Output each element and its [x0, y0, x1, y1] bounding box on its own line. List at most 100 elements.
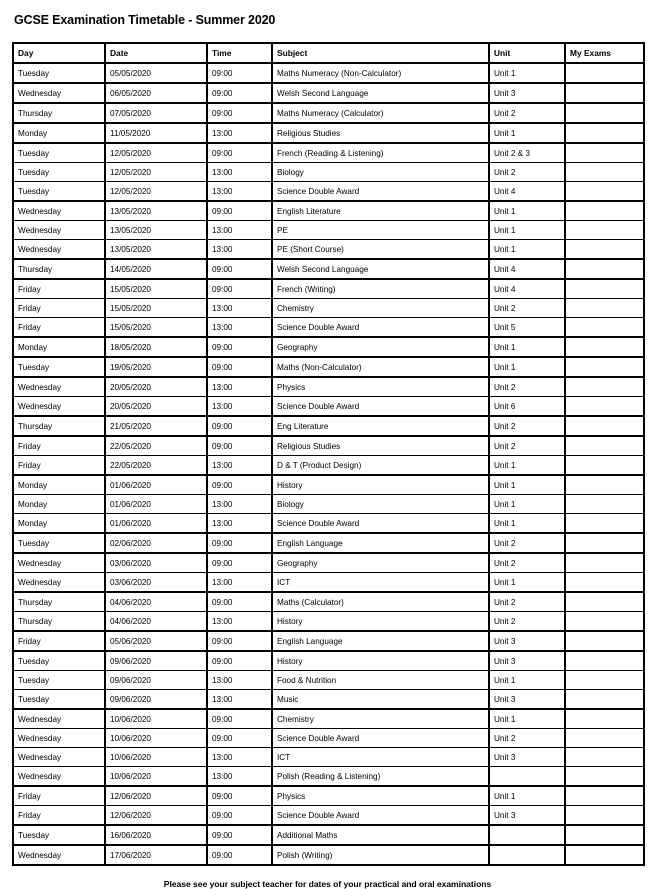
cell-day: Wednesday: [12, 200, 106, 221]
cell-my_exams[interactable]: [564, 591, 645, 612]
cell-my_exams[interactable]: [564, 824, 645, 846]
cell-my_exams[interactable]: [564, 844, 645, 866]
cell-subject: History: [271, 611, 490, 632]
cell-time: 09:00: [206, 415, 273, 437]
cell-day: Tuesday: [12, 670, 106, 690]
cell-time: 09:00: [206, 278, 273, 299]
cell-my_exams[interactable]: [564, 494, 645, 514]
cell-day: Wednesday: [12, 239, 106, 260]
cell-day: Tuesday: [12, 62, 106, 84]
cell-subject: Maths (Calculator): [271, 591, 490, 612]
cell-my_exams[interactable]: [564, 82, 645, 104]
table-row: Wednesday 13/05/2020 13:00 PE (Short Course…: [12, 239, 645, 260]
cell-subject: Polish (Writing): [271, 844, 490, 866]
cell-my_exams[interactable]: [564, 650, 645, 671]
table-row: Friday 05/06/2020 09:00 English Language Uni…: [12, 630, 645, 652]
table-row: Monday 01/06/2020 09:00 History Unit 1: [12, 474, 645, 495]
cell-unit: Unit 1: [488, 220, 566, 240]
cell-my_exams[interactable]: [564, 122, 645, 144]
cell-my_exams[interactable]: [564, 689, 645, 710]
cell-time: 13:00: [206, 689, 273, 710]
cell-day: Friday: [12, 785, 106, 806]
cell-my_exams[interactable]: [564, 298, 645, 318]
cell-my_exams[interactable]: [564, 805, 645, 826]
cell-subject: Eng Literature: [271, 415, 490, 437]
cell-time: 13:00: [206, 766, 273, 787]
cell-my_exams[interactable]: [564, 611, 645, 632]
cell-unit: Unit 1: [488, 785, 566, 806]
cell-my_exams[interactable]: [564, 766, 645, 787]
cell-subject: Science Double Award: [271, 317, 490, 338]
cell-unit: Unit 3: [488, 650, 566, 671]
cell-unit: Unit 2: [488, 435, 566, 456]
cell-date: 09/06/2020: [104, 650, 208, 671]
cell-day: Tuesday: [12, 650, 106, 671]
cell-my_exams[interactable]: [564, 162, 645, 182]
cell-day: Wednesday: [12, 552, 106, 573]
cell-my_exams[interactable]: [564, 239, 645, 260]
cell-my_exams[interactable]: [564, 278, 645, 299]
cell-my_exams[interactable]: [564, 376, 645, 397]
cell-day: Friday: [12, 630, 106, 652]
table-row: Wednesday 10/06/2020 13:00 Polish (Reading …: [12, 766, 645, 787]
cell-my_exams[interactable]: [564, 435, 645, 456]
table-row: Wednesday 10/06/2020 09:00 Science Double A…: [12, 728, 645, 748]
cell-my_exams[interactable]: [564, 552, 645, 573]
cell-unit: Unit 3: [488, 747, 566, 767]
cell-my_exams[interactable]: [564, 181, 645, 202]
cell-my_exams[interactable]: [564, 258, 645, 280]
cell-my_exams[interactable]: [564, 396, 645, 417]
cell-day: Tuesday: [12, 162, 106, 182]
cell-unit: Unit 2: [488, 728, 566, 748]
cell-my_exams[interactable]: [564, 630, 645, 652]
cell-my_exams[interactable]: [564, 62, 645, 84]
cell-my_exams[interactable]: [564, 142, 645, 163]
cell-my_exams[interactable]: [564, 102, 645, 124]
cell-my_exams[interactable]: [564, 708, 645, 729]
cell-my_exams[interactable]: [564, 474, 645, 495]
cell-day: Wednesday: [12, 396, 106, 417]
table-row: Thursday 14/05/2020 09:00 Welsh Second Lang…: [12, 258, 645, 280]
cell-unit: Unit 1: [488, 572, 566, 593]
cell-my_exams[interactable]: [564, 785, 645, 806]
cell-subject: Physics: [271, 785, 490, 806]
cell-my_exams[interactable]: [564, 747, 645, 767]
table-row: Friday 15/05/2020 13:00 Chemistry Unit 2: [12, 298, 645, 318]
cell-unit: Unit 4: [488, 278, 566, 299]
cell-time: 13:00: [206, 572, 273, 593]
cell-subject: History: [271, 474, 490, 495]
cell-my_exams[interactable]: [564, 317, 645, 338]
cell-my_exams[interactable]: [564, 220, 645, 240]
cell-time: 13:00: [206, 611, 273, 632]
cell-unit: Unit 2 & 3: [488, 142, 566, 163]
cell-day: Tuesday: [12, 824, 106, 846]
cell-my_exams[interactable]: [564, 670, 645, 690]
cell-my_exams[interactable]: [564, 513, 645, 534]
cell-my_exams[interactable]: [564, 356, 645, 378]
cell-time: 09:00: [206, 805, 273, 826]
cell-day: Friday: [12, 455, 106, 476]
cell-unit: Unit 4: [488, 181, 566, 202]
cell-my_exams[interactable]: [564, 532, 645, 554]
cell-time: 13:00: [206, 181, 273, 202]
cell-subject: Maths Numeracy (Non-Calculator): [271, 62, 490, 84]
table-row: Thursday 07/05/2020 09:00 Maths Numeracy (C…: [12, 102, 645, 124]
column-header-day: Day: [12, 42, 106, 64]
cell-date: 22/05/2020: [104, 455, 208, 476]
cell-time: 09:00: [206, 591, 273, 612]
cell-date: 06/05/2020: [104, 82, 208, 104]
cell-my_exams[interactable]: [564, 728, 645, 748]
cell-my_exams[interactable]: [564, 200, 645, 221]
cell-my_exams[interactable]: [564, 415, 645, 437]
cell-time: 09:00: [206, 258, 273, 280]
cell-day: Friday: [12, 805, 106, 826]
cell-my_exams[interactable]: [564, 336, 645, 358]
cell-subject: History: [271, 650, 490, 671]
cell-my_exams[interactable]: [564, 572, 645, 593]
cell-my_exams[interactable]: [564, 455, 645, 476]
cell-date: 07/05/2020: [104, 102, 208, 124]
cell-day: Tuesday: [12, 532, 106, 554]
cell-time: 13:00: [206, 376, 273, 397]
cell-subject: Biology: [271, 494, 490, 514]
table-row: Tuesday 05/05/2020 09:00 Maths Numeracy (No…: [12, 62, 645, 84]
